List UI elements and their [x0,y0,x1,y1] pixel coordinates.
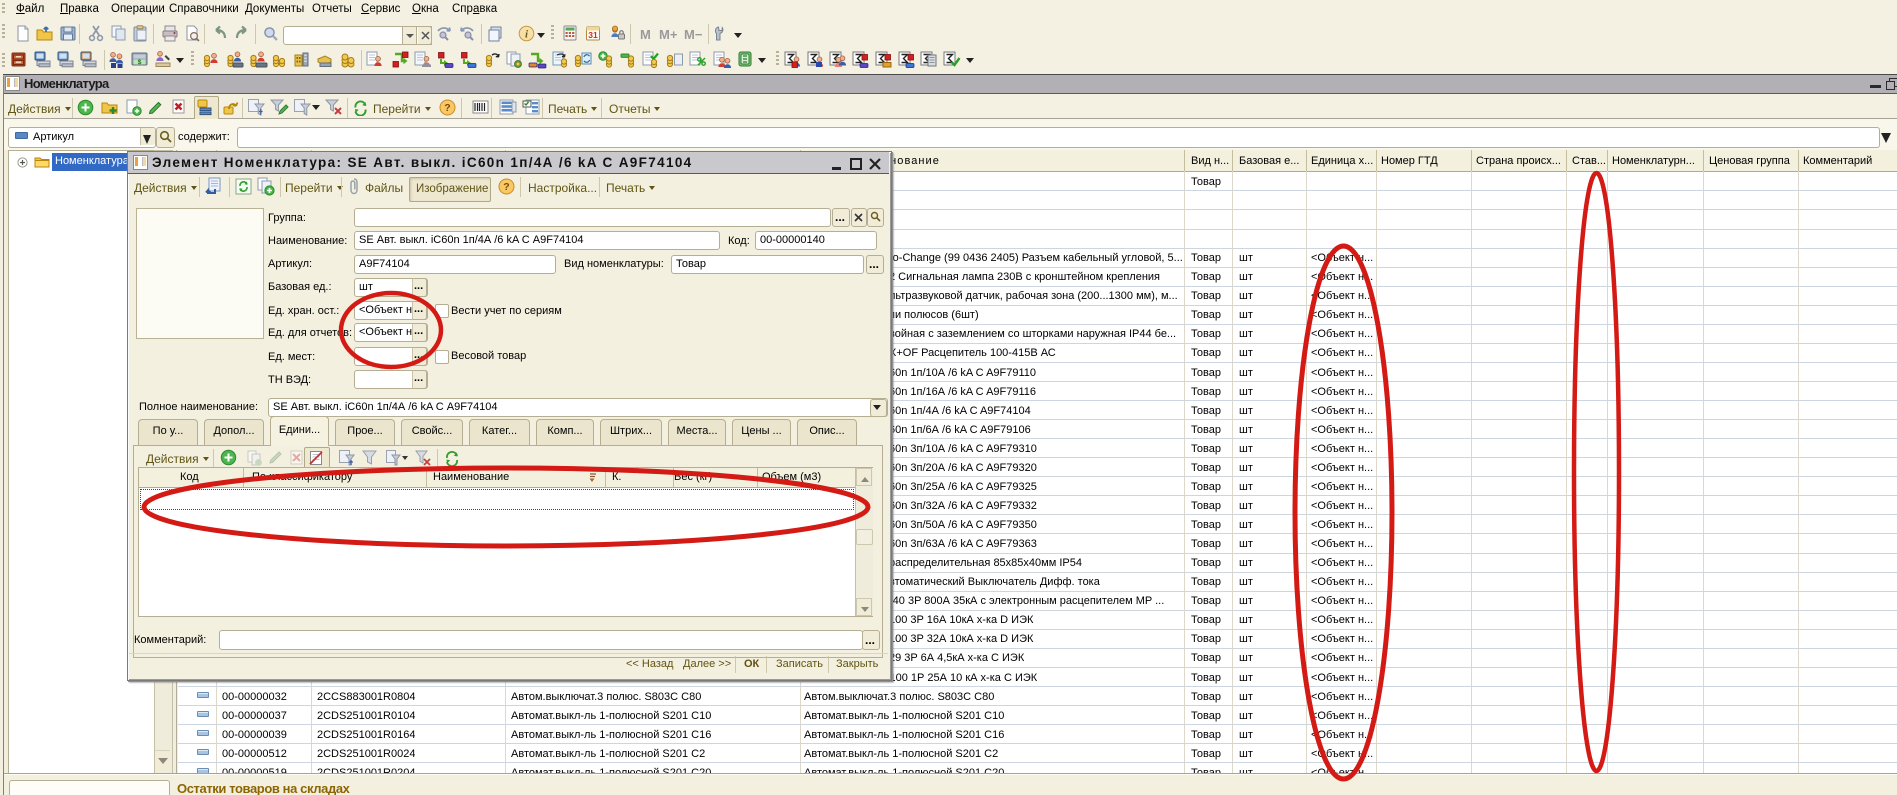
svg-text:31: 31 [588,30,598,40]
svg-text:?: ? [503,181,509,193]
svg-text:$: $ [138,59,142,66]
svg-text:?: ? [444,102,450,114]
